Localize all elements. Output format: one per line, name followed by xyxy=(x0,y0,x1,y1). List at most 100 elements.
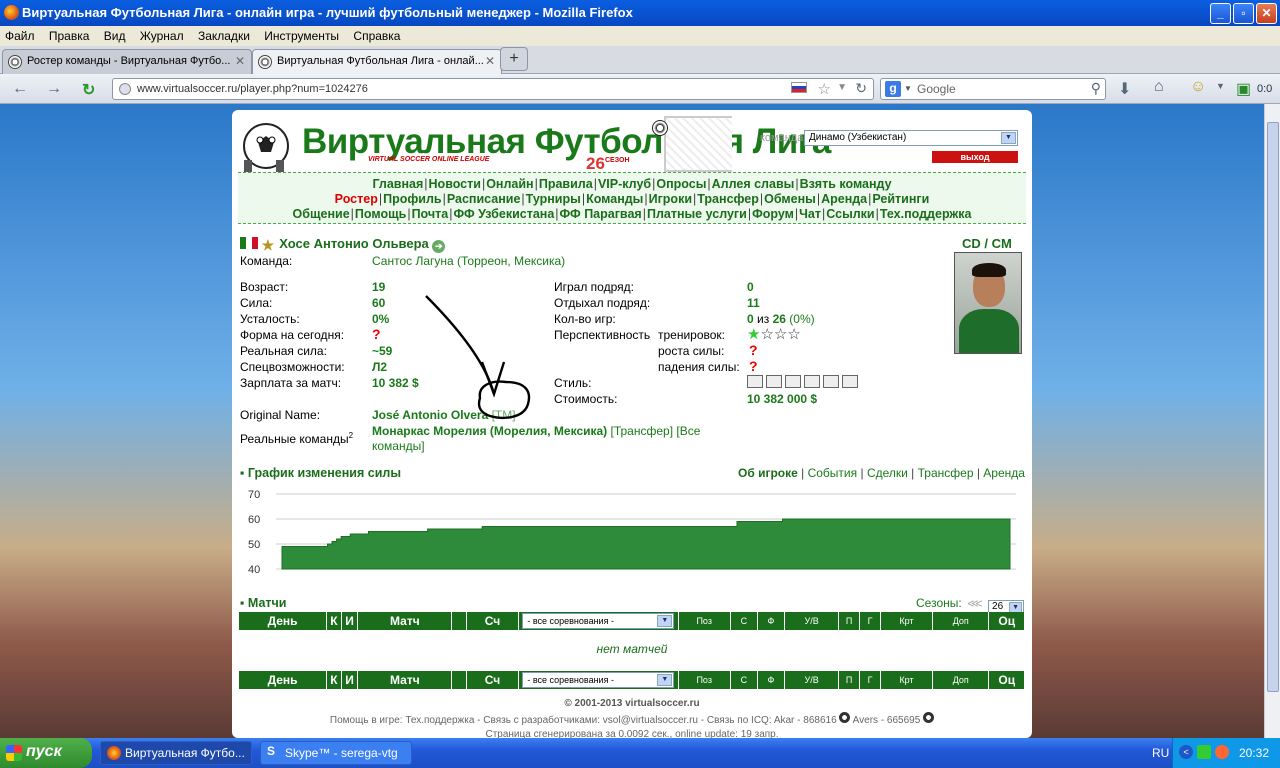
addon-dropdown-icon[interactable]: ▼ xyxy=(1216,81,1225,91)
style-icon[interactable] xyxy=(747,375,763,388)
reload-icon[interactable]: ↻ xyxy=(855,80,867,97)
competition-select[interactable]: - все соревнования - ▼ xyxy=(522,613,675,629)
menu-file[interactable]: Файл xyxy=(0,26,41,43)
chevron-down-icon[interactable]: ▼ xyxy=(657,674,673,686)
search-input[interactable]: Google xyxy=(917,82,956,96)
language-indicator[interactable]: RU xyxy=(1152,746,1169,760)
new-tab-button[interactable]: + xyxy=(500,47,528,71)
site-nav-item[interactable]: Главная xyxy=(372,177,423,191)
player-section-link[interactable]: Сделки xyxy=(867,466,908,480)
strength-chart: 70 60 50 40 xyxy=(248,489,1016,576)
site-nav-item[interactable]: Почта xyxy=(412,207,449,221)
site-nav-item[interactable]: Игроки xyxy=(649,192,692,206)
download-icon[interactable]: ⬇ xyxy=(1118,79,1131,99)
vertical-scrollbar[interactable] xyxy=(1264,104,1280,738)
url-bar[interactable]: www.virtualsoccer.ru/player.php?num=1024… xyxy=(112,78,874,100)
taskbar: пуск Виртуальная Футбо... S Skype™ - sere… xyxy=(0,738,1280,768)
style-icon[interactable] xyxy=(823,375,839,388)
team-link[interactable]: Сантос Лагуна (Торреон, Мексика) xyxy=(372,254,565,268)
maximize-button[interactable]: ▫ xyxy=(1233,3,1254,24)
tab-close-icon[interactable]: ✕ xyxy=(485,54,495,68)
training-star-icon: ★ xyxy=(747,326,761,343)
menu-tools[interactable]: Инструменты xyxy=(259,26,345,43)
site-nav-item[interactable]: Команды xyxy=(586,192,643,206)
all-teams-link-cont[interactable]: команды] xyxy=(372,439,425,453)
task-skype[interactable]: S Skype™ - serega-vtg xyxy=(260,741,412,765)
download-status-icon[interactable]: ▣ xyxy=(1236,79,1251,99)
site-nav-item[interactable]: VIP-клуб xyxy=(598,177,651,191)
site-nav-item[interactable]: Правила xyxy=(539,177,593,191)
site-nav-item[interactable]: Тех.поддержка xyxy=(880,207,972,221)
site-nav-item[interactable]: Платные услуги xyxy=(647,207,747,221)
logout-button[interactable]: выход xyxy=(932,151,1018,163)
menu-history[interactable]: Журнал xyxy=(135,26,190,43)
site-nav-item[interactable]: Аллея славы xyxy=(712,177,795,191)
site-nav-item[interactable]: Чат xyxy=(799,207,821,221)
tab-player[interactable]: Виртуальная Футбольная Лига - онлай... ✕ xyxy=(252,49,502,74)
search-engine-dropdown-icon[interactable]: ▼ xyxy=(904,84,912,93)
window-titlebar[interactable]: Виртуальная Футбольная Лига - онлайн игр… xyxy=(0,0,1280,26)
tab-roster[interactable]: Ростер команды - Виртуальная Футбо... ✕ xyxy=(2,49,252,74)
team-select[interactable]: Динамо (Узбекистан) ▼ xyxy=(804,130,1018,146)
transfer-link[interactable]: [Трансфер] xyxy=(611,424,674,438)
tray-arrow-icon[interactable]: < xyxy=(1179,745,1193,759)
google-icon[interactable]: g xyxy=(885,81,901,97)
site-identity-icon[interactable] xyxy=(119,83,131,95)
site-nav-item[interactable]: Расписание xyxy=(447,192,521,206)
site-nav-item[interactable]: Рейтинги xyxy=(872,192,929,206)
url-dropdown-icon[interactable]: ▼ xyxy=(837,82,847,93)
seasons-prev-icon[interactable]: ⋘ xyxy=(967,598,983,610)
player-section-link[interactable]: Трансфер xyxy=(918,466,974,480)
menu-bookmarks[interactable]: Закладки xyxy=(193,26,256,43)
addon-smiley-icon[interactable]: ☺ xyxy=(1190,78,1206,96)
minimize-button[interactable]: _ xyxy=(1210,3,1231,24)
scrollbar-thumb[interactable] xyxy=(1267,122,1279,692)
chevron-down-icon[interactable]: ▼ xyxy=(1001,132,1016,144)
style-icon[interactable] xyxy=(785,375,801,388)
search-icon[interactable]: ⚲ xyxy=(1091,80,1101,97)
tray-app-icon[interactable] xyxy=(1215,745,1229,759)
back-button[interactable]: ← xyxy=(12,80,28,98)
search-bar[interactable]: g ▼ Google ⚲ xyxy=(880,78,1106,100)
matches-column-header: Поз xyxy=(678,671,731,689)
site-nav-item[interactable]: Опросы xyxy=(656,177,706,191)
home-reload-icon[interactable]: ↻ xyxy=(82,80,95,100)
competition-select[interactable]: - все соревнования - ▼ xyxy=(522,672,675,688)
site-nav-item[interactable]: Форум xyxy=(752,207,794,221)
chevron-down-icon[interactable]: ▼ xyxy=(657,615,673,627)
player-section-link[interactable]: Аренда xyxy=(983,466,1025,480)
menu-edit[interactable]: Правка xyxy=(44,26,96,43)
site-nav-item[interactable]: Взять команду xyxy=(800,177,892,191)
style-icon[interactable] xyxy=(804,375,820,388)
site-nav-item[interactable]: ФФ Узбекистана xyxy=(453,207,554,221)
all-teams-link[interactable]: [Все xyxy=(676,424,700,438)
site-nav-item[interactable]: Трансфер xyxy=(697,192,759,206)
style-icon[interactable] xyxy=(766,375,782,388)
site-nav-item[interactable]: Ссылки xyxy=(826,207,874,221)
forward-button[interactable]: → xyxy=(46,80,62,98)
site-nav-item[interactable]: Новости xyxy=(429,177,481,191)
task-firefox[interactable]: Виртуальная Футбо... xyxy=(100,741,252,765)
matches-column-header: У/В xyxy=(784,612,840,630)
home-icon[interactable]: ⌂ xyxy=(1154,78,1164,96)
close-button[interactable]: ✕ xyxy=(1256,3,1277,24)
arrow-circle-icon[interactable]: ➔ xyxy=(432,240,446,253)
site-nav-item[interactable]: Помощь xyxy=(355,207,406,221)
start-button[interactable]: пуск xyxy=(0,738,92,768)
style-icon[interactable] xyxy=(842,375,858,388)
site-nav-item[interactable]: Онлайн xyxy=(486,177,533,191)
site-nav-item[interactable]: Профиль xyxy=(383,192,442,206)
player-section-link[interactable]: Об игроке xyxy=(738,466,798,480)
menu-view[interactable]: Вид xyxy=(99,26,132,43)
menu-help[interactable]: Справка xyxy=(348,26,406,43)
site-nav-item[interactable]: Обмены xyxy=(764,192,816,206)
site-nav-item[interactable]: Турниры xyxy=(526,192,581,206)
tray-skype-icon[interactable] xyxy=(1197,745,1211,759)
tab-close-icon[interactable]: ✕ xyxy=(235,54,245,68)
site-nav-item[interactable]: Ростер xyxy=(335,192,378,206)
site-nav-item[interactable]: Аренда xyxy=(821,192,867,206)
bookmark-star-icon[interactable]: ☆ xyxy=(818,80,831,98)
site-nav-item[interactable]: ФФ Парагвая xyxy=(560,207,642,221)
site-nav-item[interactable]: Общение xyxy=(293,207,350,221)
player-section-link[interactable]: События xyxy=(808,466,858,480)
